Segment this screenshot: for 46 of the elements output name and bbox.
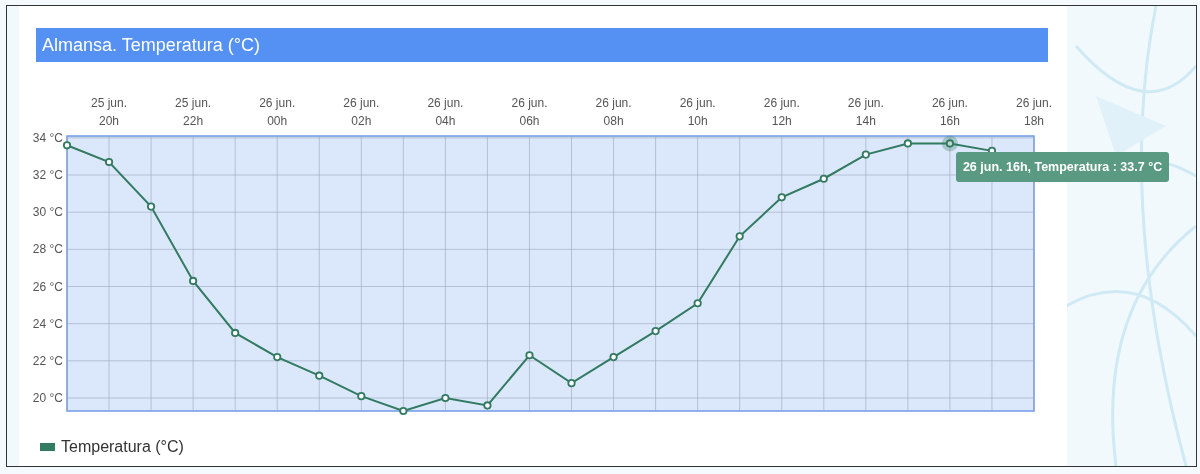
data-point[interactable] [189, 276, 198, 286]
x-axis-label: 26 jun. 12h [763, 96, 800, 128]
data-point[interactable] [104, 157, 114, 167]
y-axis-label: 22 °C [32, 353, 63, 368]
data-point[interactable] [819, 174, 828, 183]
data-point[interactable] [903, 139, 912, 148]
legend-label[interactable]: Temperatura (°C) [61, 438, 184, 456]
x-axis-label: 25 jun. 22h [175, 96, 212, 128]
data-point[interactable] [525, 351, 534, 360]
data-point[interactable] [735, 232, 744, 241]
x-axis-label: 26 jun. 06h [511, 96, 548, 128]
x-axis-label: 26 jun. 00h [259, 96, 296, 128]
y-axis-label: 34 °C [32, 130, 63, 145]
y-axis-label: 30 °C [32, 205, 63, 220]
x-axis-label: 26 jun. 16h [931, 96, 968, 128]
x-axis-label: 26 jun. 18h [1016, 96, 1052, 128]
y-axis-label: 26 °C [32, 279, 63, 294]
data-point[interactable] [147, 202, 156, 211]
data-point[interactable] [651, 327, 660, 336]
data-point[interactable] [231, 328, 240, 338]
data-point[interactable] [483, 401, 492, 410]
data-point[interactable] [945, 139, 954, 148]
data-point[interactable] [609, 353, 618, 362]
y-axis-label: 24 °C [32, 316, 63, 331]
data-point[interactable] [861, 150, 870, 159]
x-axis-label: 26 jun. 14h [847, 96, 884, 128]
x-axis-label: 26 jun. 10h [679, 96, 716, 128]
data-point[interactable] [315, 371, 324, 380]
data-point[interactable] [693, 299, 702, 308]
data-point[interactable] [399, 406, 408, 416]
data-point[interactable] [441, 393, 450, 403]
x-axis-label: 25 jun. 20h [91, 96, 128, 128]
x-axis-label: 26 jun. 02h [343, 96, 380, 128]
x-axis-label: 26 jun. 08h [595, 96, 632, 128]
y-axis-label: 20 °C [32, 391, 63, 405]
data-point[interactable] [273, 353, 282, 362]
tooltip: 26 jun. 16h, Temperatura : 33.7 °C [955, 152, 1170, 183]
chart-title: Almansa. Temperatura (°C) [36, 28, 1048, 62]
data-point[interactable] [62, 141, 72, 150]
data-point[interactable] [777, 193, 786, 202]
point-highlight [941, 135, 958, 152]
y-axis-label: 32 °C [32, 168, 63, 182]
y-axis-label: 28 °C [32, 242, 63, 257]
data-point[interactable] [357, 392, 366, 401]
data-point[interactable] [567, 379, 576, 388]
x-axis-label: 26 jun. 04h [427, 96, 464, 128]
